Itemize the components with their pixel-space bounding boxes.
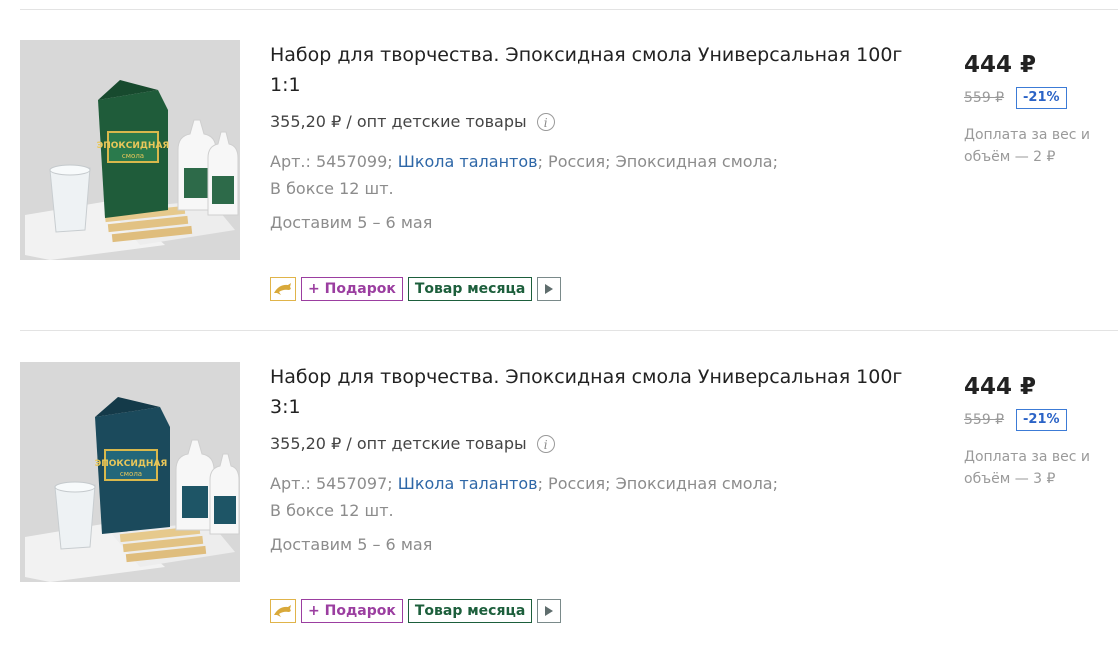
wholesale-price: 355,20 ₽ / опт детские товары [270, 434, 527, 453]
current-price: 444 ₽ [964, 52, 1037, 78]
brand-link[interactable]: Школа талантов [398, 474, 538, 493]
dolphin-icon [274, 605, 291, 617]
dolphin-icon [274, 283, 291, 295]
brand-link[interactable]: Школа талантов [398, 152, 538, 171]
video-play-button[interactable] [537, 277, 562, 301]
delivery-info: Доставим 5 – 6 мая [270, 213, 433, 232]
old-price: 559 ₽ [964, 90, 1005, 106]
wholesale-price-row: 355,20 ₽ / опт детские товары i [270, 434, 555, 453]
wholesale-price-row: 355,20 ₽ / опт детские товары i [270, 112, 555, 131]
product-photo-illustration: ЭПОКСИДНАЯ смола [20, 40, 240, 260]
svg-text:смола: смола [120, 470, 142, 478]
box-quantity: В боксе 12 шт. [270, 501, 394, 520]
badges-row: + Подарок Товар месяца [270, 599, 562, 623]
svg-text:смола: смола [122, 152, 144, 160]
info-icon[interactable]: i [536, 112, 555, 131]
article-label: Арт.: 5457099; [270, 152, 393, 171]
article-label: Арт.: 5457097; [270, 474, 393, 493]
product-image[interactable]: ЭПОКСИДНАЯ смола [20, 40, 240, 260]
dolphin-badge[interactable] [270, 599, 296, 623]
weight-surcharge: Доплата за вес и объём — 3 ₽ [964, 449, 1090, 487]
play-icon [545, 606, 554, 616]
dolphin-badge[interactable] [270, 277, 296, 301]
product-meta: Арт.: 5457099; Школа талантов; Россия; Э… [270, 148, 830, 202]
gift-badge[interactable]: + Подарок [301, 599, 403, 623]
discount-badge: -21% [1016, 409, 1067, 431]
info-icon[interactable]: i [536, 434, 555, 453]
gift-badge[interactable]: + Подарок [301, 277, 403, 301]
product-of-month-badge[interactable]: Товар месяца [407, 277, 533, 301]
discount-badge: -21% [1016, 87, 1067, 109]
product-of-month-badge[interactable]: Товар месяца [407, 599, 533, 623]
product-title[interactable]: Набор для творчества. Эпоксидная смола У… [270, 362, 910, 422]
product-card: ЭПОКСИДНАЯ смола Набор для творчества. Э… [0, 10, 1118, 310]
product-meta: Арт.: 5457097; Школа талантов; Россия; Э… [270, 470, 830, 524]
play-icon [545, 284, 554, 294]
product-photo-illustration: ЭПОКСИДНАЯ смола [20, 362, 240, 582]
badges-row: + Подарок Товар месяца [270, 277, 562, 301]
svg-text:ЭПОКСИДНАЯ: ЭПОКСИДНАЯ [95, 459, 168, 469]
product-image[interactable]: ЭПОКСИДНАЯ смола [20, 362, 240, 582]
product-title[interactable]: Набор для творчества. Эпоксидная смола У… [270, 40, 910, 100]
svg-text:ЭПОКСИДНАЯ: ЭПОКСИДНАЯ [97, 141, 170, 151]
product-card: ЭПОКСИДНАЯ смола Набор для творчества. Э… [0, 332, 1118, 632]
weight-surcharge: Доплата за вес и объём — 2 ₽ [964, 127, 1090, 165]
current-price: 444 ₽ [964, 374, 1037, 400]
box-quantity: В боксе 12 шт. [270, 179, 394, 198]
country-category: ; Россия; Эпоксидная смола; [537, 152, 778, 171]
wholesale-price: 355,20 ₽ / опт детские товары [270, 112, 527, 131]
video-play-button[interactable] [537, 599, 562, 623]
country-category: ; Россия; Эпоксидная смола; [537, 474, 778, 493]
delivery-info: Доставим 5 – 6 мая [270, 535, 433, 554]
card-divider [20, 330, 1118, 331]
old-price: 559 ₽ [964, 412, 1005, 428]
